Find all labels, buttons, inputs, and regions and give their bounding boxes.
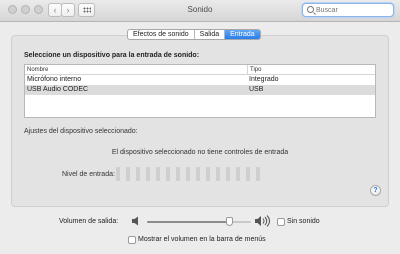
level-meter-bar (156, 167, 160, 181)
search-icon (307, 6, 314, 13)
tab-sound-effects[interactable]: Efectos de sonido (128, 30, 195, 39)
input-level-label: Nivel de entrada: (62, 171, 115, 178)
table-row[interactable]: Micrófono interno Integrado (25, 75, 375, 85)
device-type: USB (249, 86, 264, 93)
speaker-high-icon (255, 215, 270, 227)
title-bar: ‹ › Sonido (0, 0, 400, 22)
output-volume-slider[interactable] (147, 217, 251, 226)
mute-checkbox[interactable] (277, 218, 285, 226)
level-meter-bar (196, 167, 200, 181)
device-name: Micrófono interno (27, 76, 82, 83)
volume-slider-fill (147, 221, 231, 223)
question-mark-icon: ? (373, 187, 378, 194)
tab-input[interactable]: Entrada (225, 30, 260, 39)
preferences-pane (11, 35, 389, 207)
search-field[interactable] (302, 3, 394, 17)
device-select-heading: Seleccione un dispositivo para la entrad… (24, 52, 200, 59)
table-header: Nombre Tipo (25, 65, 375, 75)
level-meter-bar (146, 167, 150, 181)
level-meter-bar (246, 167, 250, 181)
column-header-name[interactable]: Nombre (27, 65, 48, 75)
no-controls-message: El dispositivo seleccionado no tiene con… (111, 149, 289, 156)
table-row-selected[interactable]: USB Audio CODEC USB (25, 85, 375, 95)
device-settings-title: Ajustes del dispositivo seleccionado: (24, 128, 138, 135)
help-button[interactable]: ? (370, 185, 381, 196)
level-meter-bar (226, 167, 230, 181)
volume-slider-thumb[interactable] (226, 217, 234, 226)
device-type: Integrado (249, 76, 279, 83)
level-meter-bar (206, 167, 210, 181)
tab-output[interactable]: Salida (195, 30, 226, 39)
column-header-type[interactable]: Tipo (247, 65, 261, 75)
input-device-table[interactable]: Nombre Tipo Micrófono interno Integrado … (24, 64, 376, 118)
level-meter-bar (136, 167, 140, 181)
show-volume-in-menu-checkbox[interactable] (128, 236, 136, 244)
tab-bar: Efectos de sonido Salida Entrada (127, 29, 261, 40)
output-volume-label: Volumen de salida: (59, 218, 119, 225)
mute-label: Sin sonido (287, 218, 320, 225)
speaker-low-icon (132, 216, 138, 226)
level-meter-bar (186, 167, 190, 181)
level-meter-bar (176, 167, 180, 181)
level-meter-bar (216, 167, 220, 181)
search-input[interactable] (316, 5, 392, 15)
level-meter-bar (166, 167, 170, 181)
input-level-meter (116, 167, 266, 181)
level-meter-bar (236, 167, 240, 181)
level-meter-bar (256, 167, 260, 181)
level-meter-bar (126, 167, 130, 181)
device-name: USB Audio CODEC (27, 86, 89, 93)
level-meter-bar (116, 167, 120, 181)
show-volume-in-menu-label: Mostrar el volumen en la barra de menús (138, 236, 266, 243)
